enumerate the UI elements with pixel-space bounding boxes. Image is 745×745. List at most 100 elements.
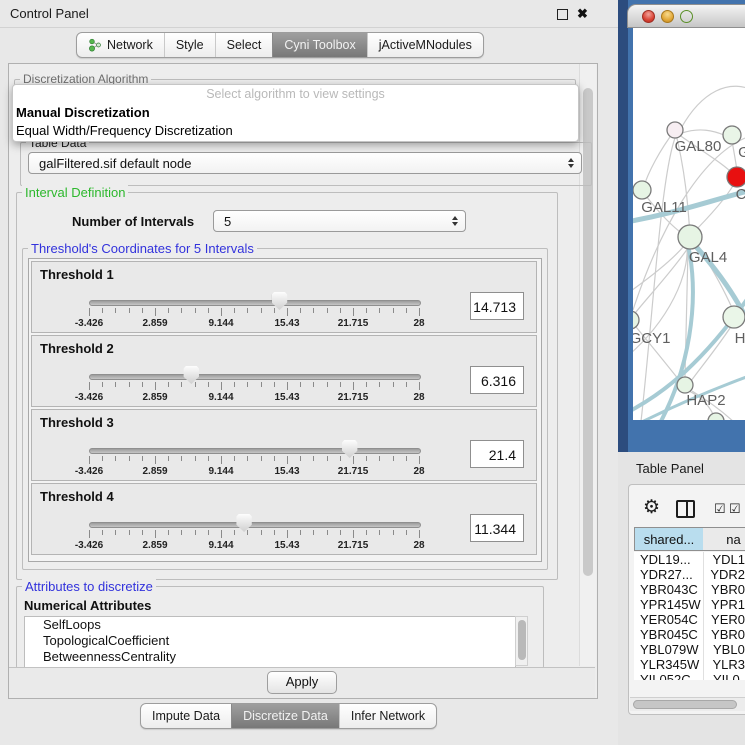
slider-tick bbox=[155, 382, 156, 390]
number-of-intervals-label: Number of Intervals bbox=[72, 214, 194, 229]
slider-tick bbox=[327, 530, 328, 535]
network-node-label: C bbox=[736, 186, 745, 203]
table-row[interactable]: YBL079WYBL0 bbox=[634, 642, 745, 657]
table-row[interactable]: YDR27...YDR2 bbox=[634, 567, 745, 582]
table-horizontal-scrollbar[interactable] bbox=[630, 697, 745, 711]
slider-tick bbox=[340, 308, 341, 313]
table-row[interactable]: YBR045CYBR0 bbox=[634, 627, 745, 642]
column-header-name[interactable]: na bbox=[703, 527, 745, 551]
tab-infer-network[interactable]: Infer Network bbox=[339, 704, 436, 728]
float-window-icon[interactable] bbox=[557, 9, 568, 20]
checkbox-icon[interactable]: ☑ bbox=[714, 502, 726, 515]
table-horizontal-scrollbar-thumb[interactable] bbox=[633, 700, 737, 709]
table-data-combobox[interactable]: galFiltered.sif default node bbox=[28, 152, 582, 174]
slider-tick bbox=[221, 308, 222, 316]
tab-discretize-data[interactable]: Discretize Data bbox=[231, 704, 339, 728]
network-node-g[interactable] bbox=[723, 126, 741, 144]
column-header-shared[interactable]: shared... bbox=[634, 527, 704, 551]
network-node-hap2[interactable] bbox=[677, 377, 693, 393]
slider-tick bbox=[340, 382, 341, 387]
attribute-list-item[interactable]: TopologicalCoefficient bbox=[25, 633, 515, 649]
slider-tick-label: 28 bbox=[413, 466, 424, 477]
threshold-list: Threshold 1-3.4262.8599.14415.4321.71528… bbox=[28, 258, 542, 562]
threshold-value-field[interactable]: 14.713 bbox=[470, 292, 524, 320]
network-window-titlebar[interactable] bbox=[627, 4, 745, 28]
algorithm-option-manual[interactable]: Manual Discretization bbox=[13, 104, 578, 122]
tab-label: Select bbox=[227, 38, 262, 52]
apply-button[interactable]: Apply bbox=[267, 671, 337, 694]
slider-tick bbox=[327, 308, 328, 313]
tab-select[interactable]: Select bbox=[215, 33, 273, 57]
tab-style[interactable]: Style bbox=[164, 33, 215, 57]
zoom-traffic-light[interactable] bbox=[680, 10, 693, 23]
attribute-list-item[interactable]: SelfLoops bbox=[25, 617, 515, 633]
threshold-label: Threshold 3 bbox=[40, 415, 114, 430]
slider-tick bbox=[155, 456, 156, 464]
table-row[interactable]: YDL19...YDL1 bbox=[634, 552, 745, 567]
network-node-gal80[interactable] bbox=[667, 122, 683, 138]
table-row[interactable]: YBR043CYBR0 bbox=[634, 582, 745, 597]
slider-tick bbox=[115, 308, 116, 313]
slider-tick bbox=[115, 530, 116, 535]
network-node-h[interactable] bbox=[723, 306, 745, 328]
network-nodes[interactable]: GAL80GCGAL11GAL4GCY1HHAP2 bbox=[633, 122, 745, 420]
slider-tick-label: 28 bbox=[413, 540, 424, 551]
table-row[interactable]: YLR345WYLR3 bbox=[634, 657, 745, 672]
slider-tick bbox=[102, 456, 103, 461]
network-node-gal11[interactable] bbox=[633, 181, 651, 199]
tab-network[interactable]: Network bbox=[77, 33, 164, 57]
tab-cyni-toolbox[interactable]: Cyni Toolbox bbox=[272, 33, 366, 57]
algorithm-option-equal-width[interactable]: Equal Width/Frequency Discretization bbox=[13, 122, 578, 140]
threshold-value-field[interactable]: 21.4 bbox=[470, 440, 524, 468]
slider-tick bbox=[406, 308, 407, 313]
network-node-gcy1[interactable] bbox=[633, 311, 639, 329]
slider-tick bbox=[313, 308, 314, 313]
algorithm-placeholder-item[interactable]: Select algorithm to view settings bbox=[13, 85, 578, 104]
table-row[interactable]: YIL052CYIL0 bbox=[634, 672, 745, 680]
slider-tick bbox=[221, 530, 222, 538]
threshold-slider-track[interactable] bbox=[89, 374, 421, 380]
threshold-slider-track[interactable] bbox=[89, 522, 421, 528]
number-of-intervals-combobox[interactable]: 5 bbox=[213, 210, 466, 232]
threshold-row: Threshold 3-3.4262.8599.14415.4321.71528… bbox=[31, 409, 537, 481]
slider-tick bbox=[142, 456, 143, 461]
close-icon[interactable]: ✖ bbox=[577, 7, 588, 20]
slider-tick bbox=[181, 382, 182, 387]
attribute-list-item[interactable]: BetweennessCentrality bbox=[25, 649, 515, 665]
threshold-slider-thumb[interactable] bbox=[236, 514, 252, 532]
slider-tick bbox=[102, 382, 103, 387]
threshold-value-field[interactable]: 11.344 bbox=[470, 514, 524, 542]
slider-tick-label: -3.426 bbox=[75, 392, 103, 403]
slider-tick bbox=[247, 308, 248, 313]
threshold-slider-track[interactable] bbox=[89, 300, 421, 306]
slider-tick-label: 2.859 bbox=[142, 392, 167, 403]
slider-tick-label: 21.715 bbox=[338, 318, 369, 329]
table-row[interactable]: YPR145WYPR1 bbox=[634, 597, 745, 612]
threshold-value-field[interactable]: 6.316 bbox=[470, 366, 524, 394]
threshold-slider-track[interactable] bbox=[89, 448, 421, 454]
table-row[interactable]: YER054CYER0 bbox=[634, 612, 745, 627]
slider-tick bbox=[89, 382, 90, 390]
tab-jactivemnodules[interactable]: jActiveMNodules bbox=[367, 33, 483, 57]
slider-tick bbox=[155, 308, 156, 316]
threshold-slider-thumb[interactable] bbox=[342, 440, 358, 458]
gear-icon[interactable]: ⚙ bbox=[643, 498, 660, 518]
tab-label: Cyni Toolbox bbox=[284, 38, 355, 52]
minimize-traffic-light[interactable] bbox=[661, 10, 674, 23]
tab-impute-data[interactable]: Impute Data bbox=[141, 704, 231, 728]
cell-shared-name: YIL052C bbox=[634, 672, 704, 680]
network-node-c[interactable] bbox=[727, 167, 745, 187]
slider-tick bbox=[221, 382, 222, 390]
attributes-list-scrollbar[interactable] bbox=[515, 616, 528, 666]
close-traffic-light[interactable] bbox=[642, 10, 655, 23]
network-node-gal4[interactable] bbox=[678, 225, 702, 249]
threshold-slider-thumb[interactable] bbox=[183, 366, 199, 384]
cell-shared-name: YER054C bbox=[634, 612, 702, 627]
slider-tick bbox=[287, 308, 288, 316]
checkbox-icon[interactable]: ☑ bbox=[729, 502, 741, 515]
attributes-list-scrollbar-thumb[interactable] bbox=[518, 620, 526, 660]
split-columns-icon[interactable] bbox=[676, 500, 695, 518]
network-node[interactable] bbox=[708, 413, 724, 420]
slider-tick bbox=[353, 456, 354, 464]
slider-tick bbox=[393, 530, 394, 535]
